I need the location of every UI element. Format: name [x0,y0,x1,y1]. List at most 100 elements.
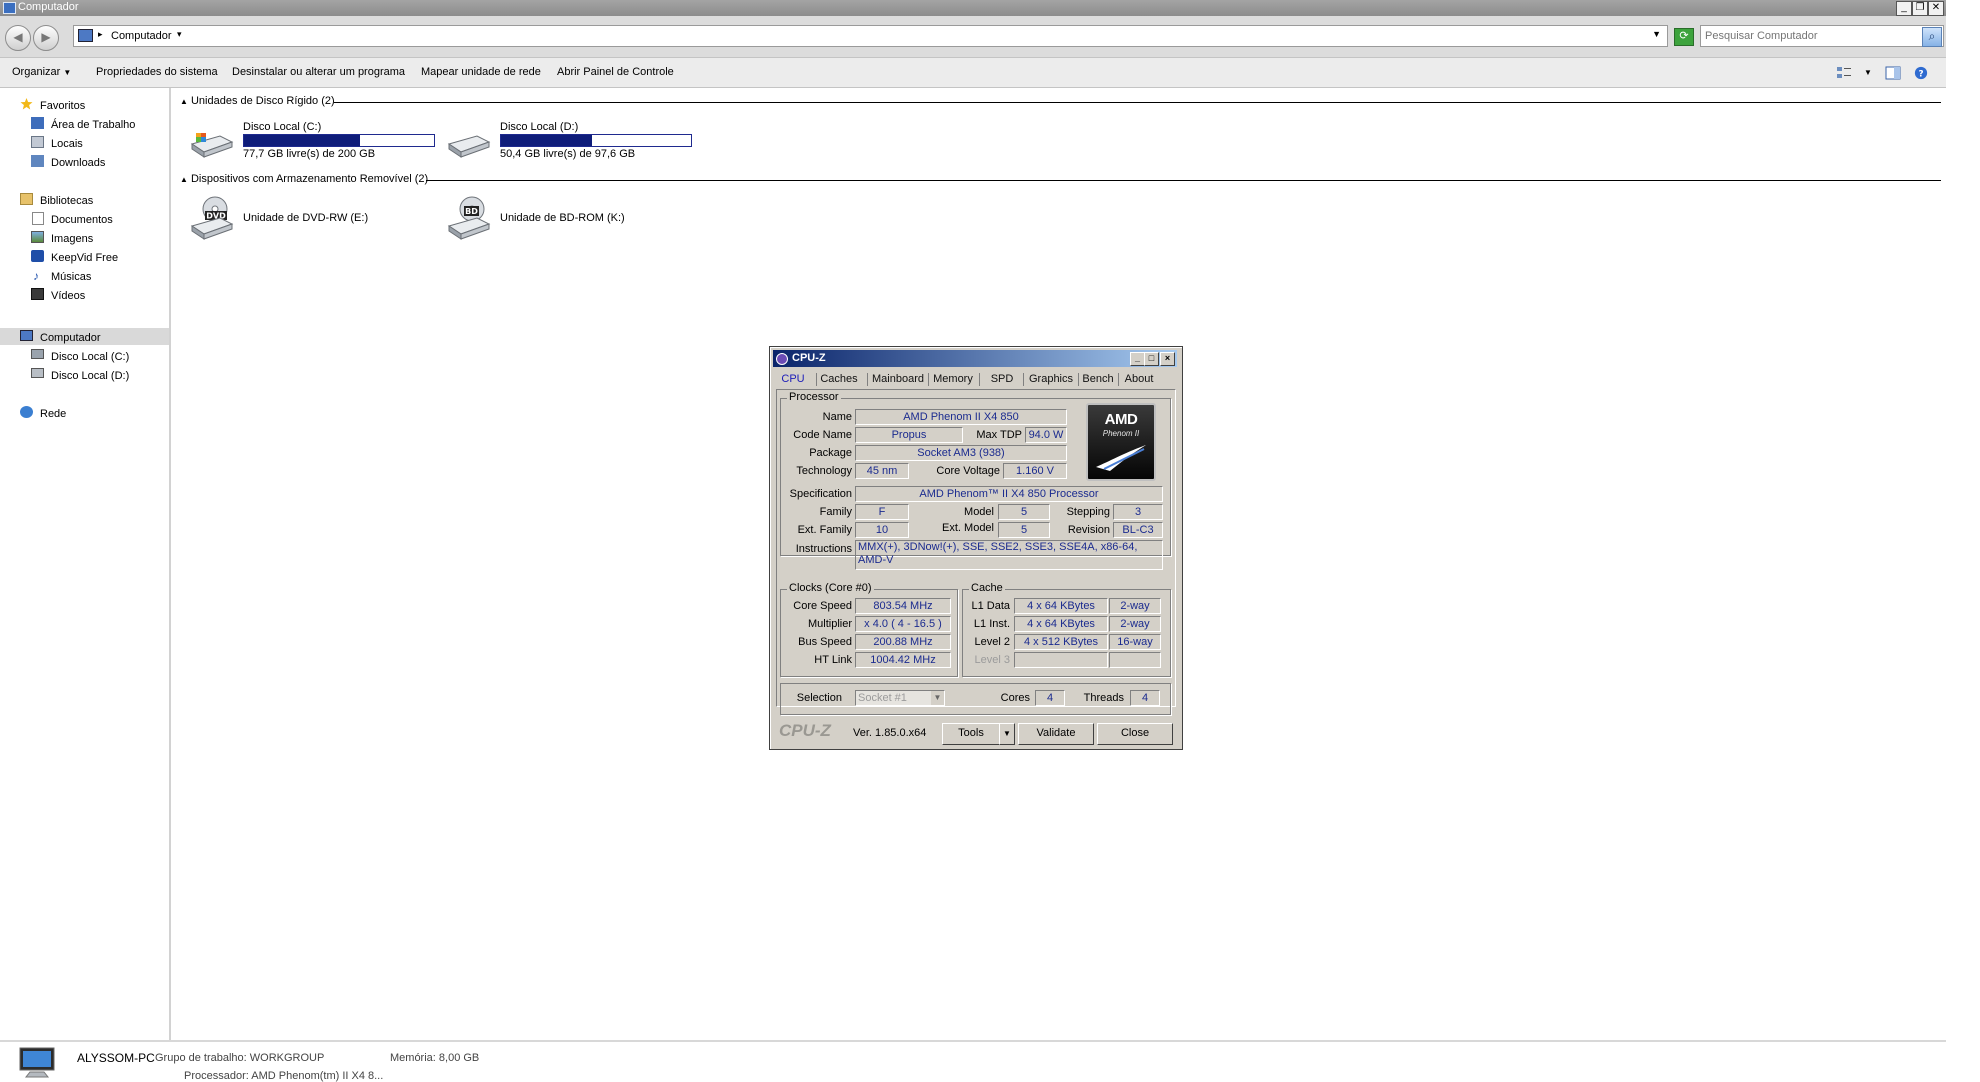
tab-memory[interactable]: Memory [930,371,976,387]
cpuz-close-text-button[interactable]: Close [1097,723,1173,745]
cpuz-close-button[interactable]: × [1160,352,1175,366]
nav-places[interactable]: Locais [51,138,83,150]
drive-c-free-space: 77,7 GB livre(s) de 200 GB [243,148,376,160]
nav-videos[interactable]: Vídeos [51,290,85,302]
cpuz-minimize-button[interactable]: _ [1130,352,1145,366]
breadcrumb-dropdown-icon[interactable]: ▾ [177,29,182,40]
processor-group-label: Processor [787,391,841,403]
change-view-icon[interactable] [1836,66,1852,80]
system-properties-button[interactable]: Propriedades do sistema [96,66,218,78]
address-history-dropdown-icon[interactable]: ▼ [1652,29,1661,39]
nav-drive-d[interactable]: Disco Local (D:) [51,370,129,382]
hdd-group-header[interactable]: ▲ Unidades de Disco Rígido (2) [180,95,335,107]
value-level-3 [1014,652,1108,668]
group-divider [426,180,1941,181]
nav-favorites[interactable]: Favoritos [40,100,85,112]
nav-downloads[interactable]: Downloads [51,157,105,169]
search-icon[interactable]: ⌕ [1922,27,1942,47]
computer-icon [78,29,93,42]
tab-about[interactable]: About [1120,371,1158,387]
removable-group-header[interactable]: ▲ Dispositivos com Armazenamento Removív… [180,173,428,185]
computer-icon [20,330,33,341]
map-network-drive-button[interactable]: Mapear unidade de rede [421,66,541,78]
tools-dropdown-icon[interactable]: ▼ [999,723,1015,745]
label-threads: Threads [1083,692,1124,704]
nav-music[interactable]: Músicas [51,271,91,283]
tab-bench[interactable]: Bench [1080,371,1116,387]
validate-button[interactable]: Validate [1018,723,1094,745]
label-ext-family: Ext. Family [797,524,852,536]
forward-button[interactable]: ▶ [33,25,59,51]
value-threads: 4 [1130,690,1160,706]
back-button[interactable]: ◀ [5,25,31,51]
value-l1-data-assoc: 2-way [1109,598,1161,614]
label-model: Model [964,506,994,518]
chevron-down-icon[interactable]: ▼ [931,691,944,705]
label-ht-link: HT Link [814,654,852,666]
refresh-icon[interactable]: ⟳ [1674,28,1694,46]
restore-button[interactable]: ❐ [1912,1,1928,16]
collapse-chevron-icon: ▲ [180,175,188,184]
value-l1-data: 4 x 64 KBytes [1014,598,1108,614]
hard-drive-c-icon[interactable] [190,124,234,160]
help-icon[interactable]: ? [1913,66,1929,80]
navigation-pane: Favoritos Área de Trabalho Locais Downlo… [0,88,171,1041]
hdd-group-label: Unidades de Disco Rígido (2) [190,95,335,107]
memory: Memória: 8,00 GB [390,1052,480,1064]
label-name: Name [822,411,852,423]
nav-computer[interactable]: Computador [40,332,101,344]
open-control-panel-button[interactable]: Abrir Painel de Controle [557,66,674,78]
drive-d-name[interactable]: Disco Local (D:) [500,121,578,133]
breadcrumb[interactable]: Computador [111,30,172,42]
nav-keepvid[interactable]: KeepVid Free [51,252,118,264]
drive-c-usage-bar [243,134,435,147]
bd-rom-drive-name[interactable]: Unidade de BD-ROM (K:) [500,212,625,224]
cache-group-label: Cache [969,582,1005,594]
organize-button[interactable]: Organizar ▼ [12,66,71,78]
value-multiplier: x 4.0 ( 4 - 16.5 ) [855,616,951,632]
nav-network[interactable]: Rede [40,408,66,420]
dvd-drive-name[interactable]: Unidade de DVD-RW (E:) [243,212,368,224]
tab-separator [979,373,980,386]
music-icon: ♪ [33,269,39,283]
minimize-button[interactable]: _ [1896,1,1912,16]
nav-libraries[interactable]: Bibliotecas [40,195,93,207]
dvd-drive-icon[interactable]: DVD [190,194,234,240]
hard-drive-d-icon[interactable] [447,124,491,160]
value-cores: 4 [1035,690,1065,706]
tab-graphics[interactable]: Graphics [1026,371,1076,387]
nav-documents[interactable]: Documentos [51,214,113,226]
processor: Processador: AMD Phenom(tm) II X4 8... [184,1070,384,1082]
tab-spd[interactable]: SPD [982,371,1022,387]
close-button[interactable]: ✕ [1928,1,1944,16]
nav-images[interactable]: Imagens [51,233,93,245]
cpuz-title: CPU-Z [792,352,826,364]
preview-pane-icon[interactable] [1885,66,1901,80]
label-technology: Technology [796,465,852,477]
cpuz-maximize-button[interactable]: □ [1144,352,1159,366]
view-options-dropdown-icon[interactable]: ▼ [1864,68,1872,77]
uninstall-program-button[interactable]: Desinstalar ou alterar um programa [232,66,405,78]
value-l1-inst-assoc: 2-way [1109,616,1161,632]
label-level-3: Level 3 [974,654,1010,666]
cpuz-titlebar[interactable]: CPU-Z _ □ × [773,350,1177,367]
keepvid-icon [31,250,44,262]
selection-value: Socket #1 [858,692,907,704]
details-pane: ALYSSOM-PC Grupo de trabalho: WORKGROUP … [0,1040,1946,1082]
nav-desktop[interactable]: Área de Trabalho [51,119,135,131]
bd-rom-drive-icon[interactable]: BD [447,194,491,240]
tools-button[interactable]: Tools [942,723,1000,745]
tab-mainboard[interactable]: Mainboard [870,371,926,387]
downloads-folder-icon [31,155,44,167]
drive-c-name[interactable]: Disco Local (C:) [243,121,321,133]
search-box[interactable]: ⌕ [1700,25,1944,47]
breadcrumb-chevron-icon[interactable]: ▸ [98,29,103,40]
value-bus-speed: 200.88 MHz [855,634,951,650]
selection-dropdown[interactable]: Socket #1 ▼ [855,690,945,706]
address-bar[interactable]: ▸ Computador ▾ ▼ [73,25,1668,47]
tab-caches[interactable]: Caches [819,371,859,387]
nav-drive-c[interactable]: Disco Local (C:) [51,351,129,363]
tab-cpu[interactable]: CPU [778,371,808,387]
desktop-icon [31,117,44,129]
search-input[interactable] [1705,28,1911,44]
